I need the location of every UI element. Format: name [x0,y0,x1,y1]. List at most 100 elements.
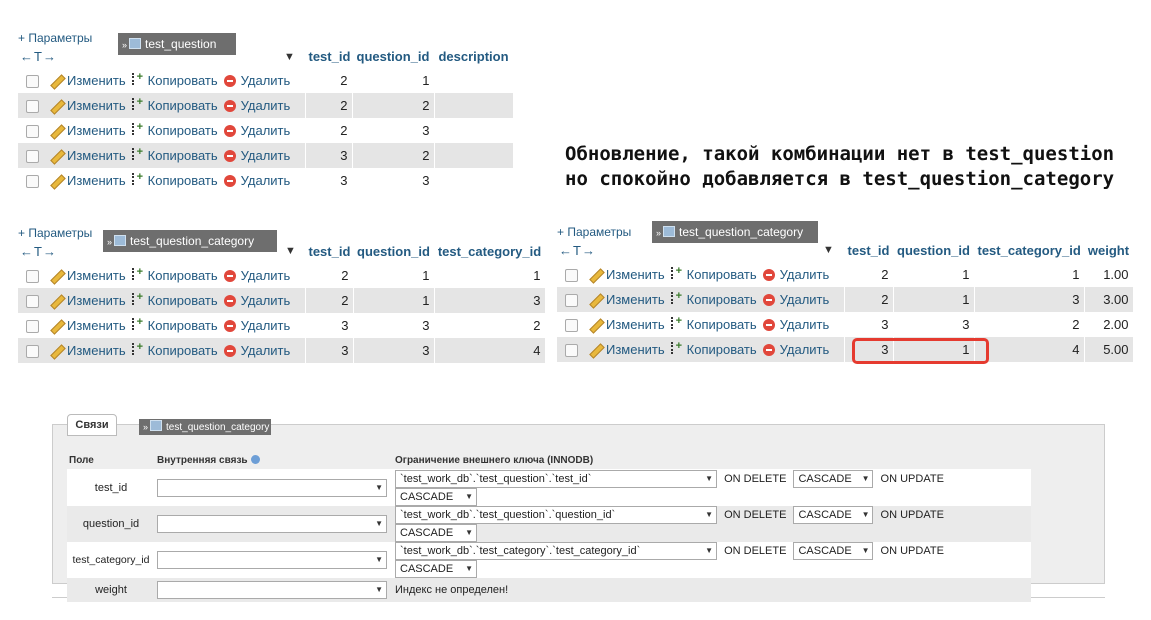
delete-link[interactable]: Удалить [223,98,290,113]
internal-relation-select[interactable]: ▼ [157,479,387,497]
row-checkbox[interactable] [26,345,39,359]
table-cell[interactable]: 1 [974,262,1085,287]
column-header[interactable]: test_id [305,44,353,68]
copy-link[interactable]: Копировать [670,315,757,332]
table-cell[interactable]: 2 [844,262,894,287]
column-header[interactable]: test_category_id [434,239,546,263]
edit-link[interactable]: Изменить [588,267,665,282]
row-checkbox[interactable] [26,320,39,334]
table-cell[interactable]: 2 [974,312,1085,337]
copy-link[interactable]: Копировать [131,341,218,358]
on-delete-select[interactable]: CASCADE ▼ [793,542,874,560]
copy-link[interactable]: Копировать [131,266,218,283]
copy-link[interactable]: Копировать [131,96,218,113]
row-checkbox[interactable] [26,125,39,139]
table-cell[interactable]: 2 [844,287,894,312]
copy-link[interactable]: Копировать [670,290,757,307]
table-cell[interactable]: 1 [352,68,435,93]
edit-link[interactable]: Изменить [588,317,665,332]
copy-link[interactable]: Копировать [670,265,757,282]
on-update-select[interactable]: CASCADE ▼ [395,560,477,578]
table-cell[interactable]: 3 [305,168,353,193]
row-checkbox[interactable] [26,75,39,89]
edit-link[interactable]: Изменить [588,342,665,357]
edit-link[interactable]: Изменить [49,123,126,138]
delete-link[interactable]: Удалить [762,267,829,282]
row-checkbox[interactable] [565,294,578,308]
delete-link[interactable]: Удалить [223,293,290,308]
edit-link[interactable]: Изменить [588,292,665,307]
edit-link[interactable]: Изменить [49,293,126,308]
row-checkbox[interactable] [26,175,39,189]
edit-link[interactable]: Изменить [49,318,126,333]
params-link[interactable]: + Параметры [18,226,92,240]
table-cell[interactable]: 1 [434,263,546,288]
table-cell[interactable]: 3 [974,287,1085,312]
fk-select[interactable]: `test_work_db`.`test_category`.`test_cat… [395,542,717,560]
on-delete-select[interactable]: CASCADE ▼ [793,470,874,488]
table-cell[interactable]: 3.00 [1084,287,1134,312]
column-header[interactable]: description [434,44,514,68]
copy-link[interactable]: Копировать [131,316,218,333]
table-cell[interactable]: 2 [305,263,354,288]
row-checkbox[interactable] [565,344,578,358]
column-header[interactable]: question_id [352,44,435,68]
edit-link[interactable]: Изменить [49,148,126,163]
table-cell[interactable]: 3 [844,312,894,337]
delete-link[interactable]: Удалить [762,317,829,332]
table-cell[interactable]: 2 [305,288,354,313]
table-cell[interactable]: 3 [352,168,435,193]
tab-relations[interactable]: Связи [67,414,117,436]
delete-link[interactable]: Удалить [223,318,290,333]
column-header[interactable]: test_id [305,239,354,263]
table-cell[interactable]: 2 [305,93,353,118]
table-cell[interactable]: 3 [305,143,353,168]
table-cell[interactable]: 3 [893,312,975,337]
copy-link[interactable]: Копировать [131,71,218,88]
table-cell[interactable] [434,118,514,143]
table-cell[interactable]: 5.00 [1084,337,1134,362]
edit-link[interactable]: Изменить [49,343,126,358]
edit-link[interactable]: Изменить [49,73,126,88]
table-cell[interactable]: 1.00 [1084,262,1134,287]
table-cell[interactable]: 3 [352,118,435,143]
copy-link[interactable]: Копировать [131,171,218,188]
edit-link[interactable]: Изменить [49,98,126,113]
row-checkbox[interactable] [565,269,578,283]
delete-link[interactable]: Удалить [223,343,290,358]
table-cell[interactable]: 4 [974,337,1085,362]
delete-link[interactable]: Удалить [223,148,290,163]
delete-link[interactable]: Удалить [223,123,290,138]
column-header[interactable]: weight [1084,238,1134,262]
delete-link[interactable]: Удалить [223,173,290,188]
table-cell[interactable] [434,143,514,168]
table-cell[interactable]: 2 [434,313,546,338]
table-cell[interactable]: 2.00 [1084,312,1134,337]
internal-relation-select[interactable]: ▼ [157,551,387,569]
internal-relation-select[interactable]: ▼ [157,581,387,599]
copy-link[interactable]: Копировать [670,340,757,357]
copy-link[interactable]: Копировать [131,146,218,163]
internal-relation-select[interactable]: ▼ [157,515,387,533]
copy-link[interactable]: Копировать [131,291,218,308]
delete-link[interactable]: Удалить [762,292,829,307]
params-link[interactable]: + Параметры [557,225,631,239]
table-cell[interactable]: 2 [305,68,353,93]
table-cell[interactable]: 3 [305,338,354,363]
copy-link[interactable]: Копировать [131,121,218,138]
table-cell[interactable]: 2 [352,143,435,168]
edit-link[interactable]: Изменить [49,268,126,283]
row-checkbox[interactable] [26,295,39,309]
row-checkbox[interactable] [26,100,39,114]
fk-select[interactable]: `test_work_db`.`test_question`.`question… [395,506,717,524]
table-cell[interactable]: 2 [305,118,353,143]
on-delete-select[interactable]: CASCADE ▼ [793,506,874,524]
fk-select[interactable]: `test_work_db`.`test_question`.`test_id`… [395,470,717,488]
table-cell[interactable]: 3 [305,313,354,338]
table-cell[interactable]: 1 [353,288,435,313]
table-cell[interactable] [434,168,514,193]
row-checkbox[interactable] [26,150,39,164]
table-cell[interactable] [434,68,514,93]
table-cell[interactable]: 3 [353,338,435,363]
table-cell[interactable]: 3 [434,288,546,313]
